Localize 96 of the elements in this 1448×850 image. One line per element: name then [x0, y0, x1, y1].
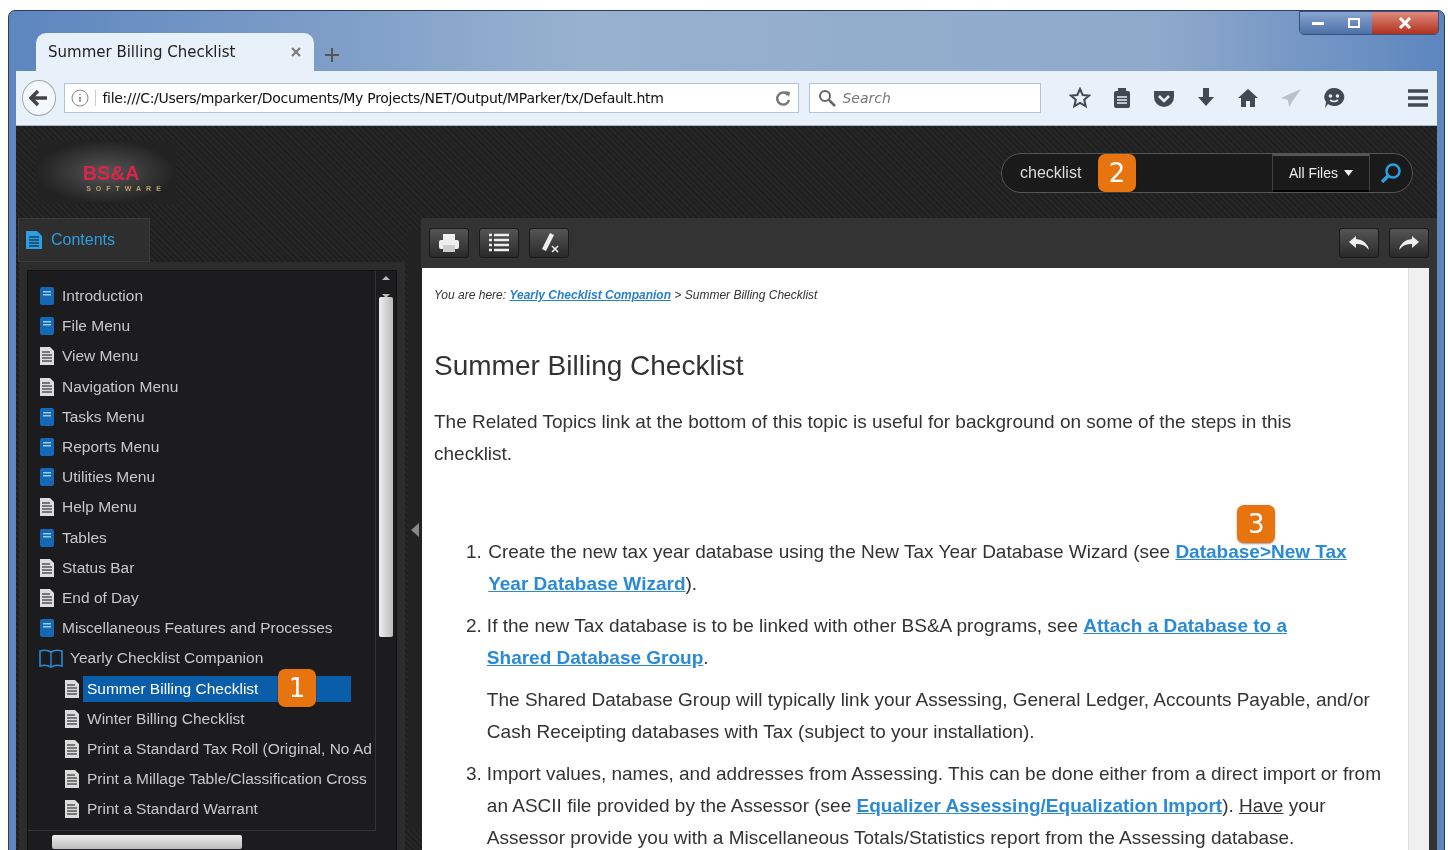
tree-item[interactable]: Utilities Menu: [62, 464, 160, 491]
reading-list-icon: [1112, 87, 1132, 109]
topic-link[interactable]: Year Database Wizard: [488, 573, 686, 594]
contents-icon: [25, 230, 43, 250]
book-icon: [39, 618, 55, 639]
book-icon: [39, 437, 55, 458]
breadcrumb-link[interactable]: Yearly Checklist Companion: [509, 288, 671, 302]
back-arrow-icon: [1348, 235, 1370, 251]
tree-item[interactable]: Yearly Checklist Companion: [70, 645, 268, 672]
tree-item[interactable]: Reports Menu: [62, 434, 164, 461]
book-icon: [39, 316, 55, 337]
minimize-button[interactable]: [1300, 12, 1336, 34]
callout-badge: 3: [1237, 505, 1276, 543]
step-number: 3.: [466, 762, 482, 786]
tree-item[interactable]: Tasks Menu: [62, 403, 149, 430]
scrollbar[interactable]: [375, 271, 396, 831]
tree-item[interactable]: Status Bar: [62, 554, 139, 581]
tree-item[interactable]: Miscellaneous Features and Processes: [62, 615, 337, 642]
chat-icon: [1323, 87, 1345, 109]
print-button[interactable]: [429, 228, 469, 258]
back-button[interactable]: [1339, 228, 1379, 258]
tree-item[interactable]: Introduction: [62, 283, 147, 310]
page-icon: [39, 346, 55, 367]
search-field[interactable]: Search: [809, 83, 1041, 113]
page-icon: [39, 557, 55, 578]
send-icon: [1280, 88, 1302, 108]
callout-badge: 2: [1098, 154, 1136, 192]
back-button[interactable]: [22, 80, 57, 116]
pocket-icon: [1153, 88, 1175, 108]
minimize-icon: [1312, 20, 1324, 26]
page-icon: [64, 678, 80, 699]
tree-item[interactable]: Tables: [62, 524, 111, 551]
tree-item[interactable]: Winter Billing Checklist: [87, 705, 249, 732]
toc-button[interactable]: [479, 228, 519, 258]
info-icon: [71, 89, 90, 107]
step-text: Import values, names, and addresses from Assessing. This can be done either from a direct import or from an ASCII file provided by the Assessor (see Equalizer Assessing/Equalization Import). Have your Assessor provide you with a Miscellaneous Totals/Statistics report from the Assessing database.: [486, 762, 1382, 850]
maximize-icon: [1348, 18, 1360, 28]
page-icon: [64, 708, 80, 729]
book-icon: [39, 467, 55, 488]
close-icon: [290, 46, 302, 58]
step-number: 2.: [466, 614, 482, 638]
topic-link[interactable]: Shared Database Group: [486, 647, 704, 668]
book-icon: [39, 286, 55, 307]
page-icon: [39, 376, 55, 397]
topic-link[interactable]: Equalizer Assessing/Equalization Import: [856, 795, 1223, 816]
step-number: 1.: [466, 540, 483, 564]
topic-link[interactable]: Attach a Database to a: [1083, 615, 1288, 636]
address-bar[interactable]: file:///C:/Users/mparker/Documents/My Projects/NET/Output/MParker/tx/Default.htm: [64, 83, 800, 113]
reload-icon: [774, 89, 793, 107]
close-button[interactable]: [1372, 12, 1438, 34]
topic-title: Summer Billing Checklist: [434, 350, 745, 382]
contents-tab[interactable]: Contents: [18, 218, 150, 262]
search-icon: [1380, 162, 1402, 184]
collapse-arrow-icon: [411, 523, 419, 537]
scope-dropdown[interactable]: All Files: [1272, 154, 1370, 192]
tree-item[interactable]: Print a Millage Table/Classification Cross: [87, 766, 371, 793]
tree-item[interactable]: Print a Standard Tax Roll (Original, No Ad: [87, 735, 376, 762]
tree-item[interactable]: Print a Standard Warrant: [87, 796, 262, 823]
browser-tab[interactable]: Summer Billing Checklist: [36, 33, 314, 71]
page-icon: [39, 587, 55, 608]
print-icon: [438, 233, 460, 253]
intro-paragraph: The Related Topics link at the bottom of this topic is useful for background on some of the steps in this checklist.: [434, 410, 1293, 466]
tree-item[interactable]: Navigation Menu: [62, 373, 183, 400]
tree-item[interactable]: File Menu: [62, 313, 135, 340]
home-icon: [1237, 88, 1259, 108]
page-icon: [64, 799, 80, 820]
callout-badge: 1: [278, 669, 316, 708]
caret-icon: [1344, 170, 1353, 176]
clear-highlight-button[interactable]: [529, 228, 569, 258]
step-text: The Shared Database Group will typically link your Assessing, General Ledger, Accounts Payable, and/or Cash Receipting databases with Tax (subject to your installation).: [486, 688, 1371, 744]
maximize-button[interactable]: [1336, 12, 1372, 34]
scrollbar[interactable]: [28, 830, 376, 850]
page-icon: [64, 738, 80, 759]
close-icon: [1398, 17, 1412, 29]
menu-icon: [1407, 89, 1429, 107]
forward-button[interactable]: [1389, 228, 1429, 258]
forward-arrow-icon: [1398, 235, 1420, 251]
search-field[interactable]: checklist 2 All Files: [1001, 153, 1413, 193]
list-icon: [488, 233, 510, 253]
breadcrumb: You are here: Yearly Checklist Companion > Summer Billing Checklist: [434, 288, 819, 302]
search-value: checklist: [1020, 164, 1082, 182]
page-icon: [39, 497, 55, 518]
star-icon: [1069, 87, 1091, 109]
new-tab-icon: [324, 47, 340, 63]
tab-title: Summer Billing Checklist: [48, 43, 236, 61]
back-arrow-icon: [29, 89, 50, 107]
tree-item[interactable]: End of Day: [62, 584, 143, 611]
step-text: If the new Tax database is to be linked with other BS&A programs, see Attach a Database to a Shared Database Group.: [486, 614, 1289, 670]
book-icon: [39, 527, 55, 548]
tree-item[interactable]: Help Menu: [62, 494, 141, 521]
tree-item[interactable]: View Menu: [62, 343, 143, 370]
book-icon: [39, 406, 55, 427]
search-icon: [818, 89, 837, 107]
page-icon: [64, 769, 80, 790]
topic-link[interactable]: Database>New Tax: [1175, 541, 1347, 562]
open-book-icon: [39, 648, 63, 669]
